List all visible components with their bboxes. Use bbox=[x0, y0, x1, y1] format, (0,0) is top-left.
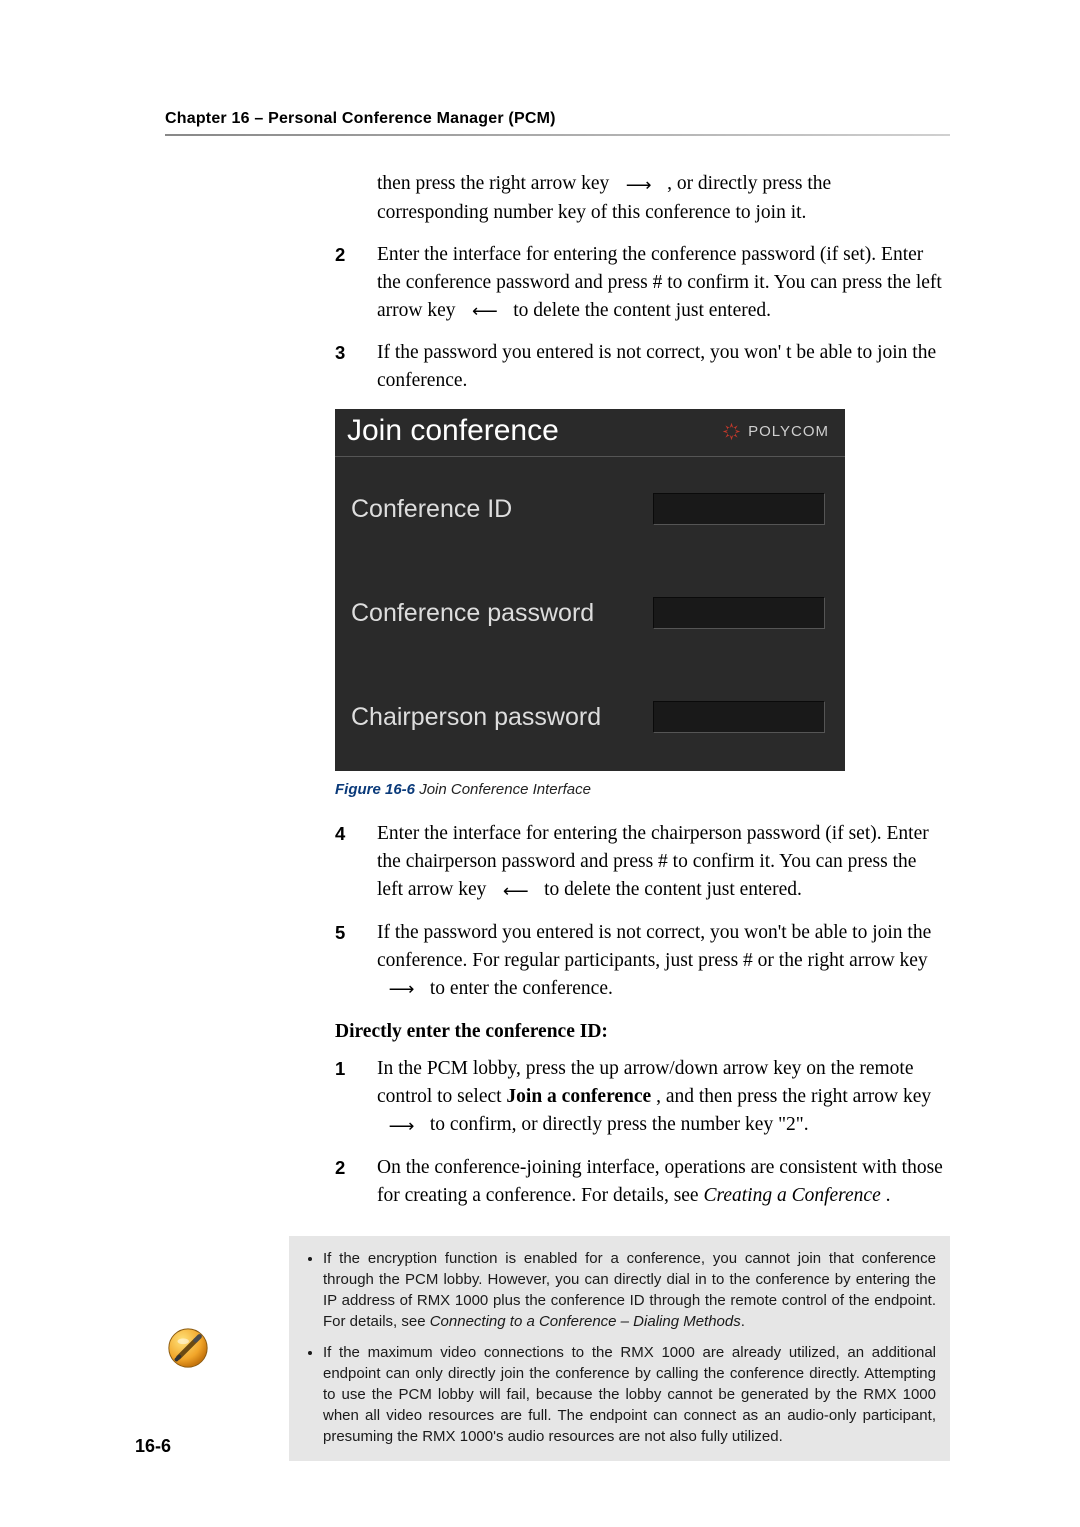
list-item: 3 If the password you entered is not cor… bbox=[335, 339, 946, 395]
list-text-bold: Join a conference bbox=[506, 1086, 651, 1107]
join-conference-screenshot: Join conference POLYCOM Conference ID Co… bbox=[335, 409, 845, 771]
list-number: 5 bbox=[335, 919, 377, 1004]
figure-caption: Figure 16-6 Join Conference Interface bbox=[335, 781, 946, 798]
list-item: 5 If the password you entered is not cor… bbox=[335, 919, 946, 1004]
screenshot-title: Join conference bbox=[347, 414, 721, 448]
list-text: to enter the conference. bbox=[430, 978, 613, 999]
list-text-italic: Creating a Conference bbox=[703, 1185, 880, 1206]
arrow-left-icon: ⟵ bbox=[460, 297, 508, 325]
note-box: If the encryption function is enabled fo… bbox=[165, 1236, 950, 1461]
arrow-left-icon: ⟵ bbox=[491, 877, 539, 905]
list-text: to delete the content just entered. bbox=[513, 300, 771, 321]
list-number: 2 bbox=[335, 241, 377, 326]
conference-password-field[interactable] bbox=[653, 597, 825, 629]
note-body: If the encryption function is enabled fo… bbox=[289, 1236, 950, 1461]
field-label: Conference password bbox=[351, 599, 653, 628]
list-number: 1 bbox=[335, 1055, 377, 1140]
list-text: to confirm, or directly press the number… bbox=[430, 1114, 809, 1135]
figure-text: Join Conference Interface bbox=[415, 781, 591, 798]
page: Chapter 16 – Personal Conference Manager… bbox=[0, 0, 1080, 1527]
list-text: If the password you entered is not corre… bbox=[377, 922, 931, 971]
note-bullet: If the maximum video connections to the … bbox=[323, 1342, 936, 1447]
figure: Join conference POLYCOM Conference ID Co… bbox=[335, 409, 946, 798]
list-number: 2 bbox=[335, 1154, 377, 1210]
brand-text: POLYCOM bbox=[748, 423, 829, 440]
note-icon bbox=[165, 1325, 211, 1371]
field-label: Chairperson password bbox=[351, 703, 653, 732]
list-text: . bbox=[886, 1185, 891, 1206]
note-bullet: If the encryption function is enabled fo… bbox=[323, 1248, 936, 1332]
list-item: 1 In the PCM lobby, press the up arrow/d… bbox=[335, 1055, 946, 1140]
form-row: Conference password bbox=[335, 561, 845, 665]
list-item: 4 Enter the interface for entering the c… bbox=[335, 820, 946, 905]
page-number: 16-6 bbox=[135, 1436, 171, 1457]
list-number: 3 bbox=[335, 339, 377, 395]
intro-paragraph: then press the right arrow key ⟶ , or di… bbox=[335, 170, 946, 227]
polycom-logo-icon bbox=[721, 421, 742, 442]
arrow-right-icon: ⟶ bbox=[377, 975, 425, 1003]
brand: POLYCOM bbox=[721, 421, 829, 442]
subheading: Directly enter the conference ID: bbox=[335, 1021, 946, 1043]
field-label: Conference ID bbox=[351, 495, 653, 524]
form-row: Chairperson password bbox=[335, 665, 845, 751]
arrow-right-icon: ⟶ bbox=[614, 171, 662, 199]
header-divider bbox=[165, 134, 950, 136]
conference-id-field[interactable] bbox=[653, 493, 825, 525]
figure-label: Figure 16-6 bbox=[335, 781, 415, 798]
content-block: then press the right arrow key ⟶ , or di… bbox=[335, 170, 946, 1210]
form-row: Conference ID bbox=[335, 457, 845, 561]
list-number: 4 bbox=[335, 820, 377, 905]
list-text: to delete the content just entered. bbox=[544, 879, 802, 900]
list-text: If the password you entered is not corre… bbox=[377, 339, 946, 395]
list-text: , and then press the right arrow key bbox=[656, 1086, 931, 1107]
chapter-header: Chapter 16 – Personal Conference Manager… bbox=[165, 110, 950, 128]
list-item: 2 On the conference-joining interface, o… bbox=[335, 1154, 946, 1210]
arrow-right-icon: ⟶ bbox=[377, 1112, 425, 1140]
list-item: 2 Enter the interface for entering the c… bbox=[335, 241, 946, 326]
chairperson-password-field[interactable] bbox=[653, 701, 825, 733]
intro-a: then press the right arrow key bbox=[377, 173, 614, 194]
